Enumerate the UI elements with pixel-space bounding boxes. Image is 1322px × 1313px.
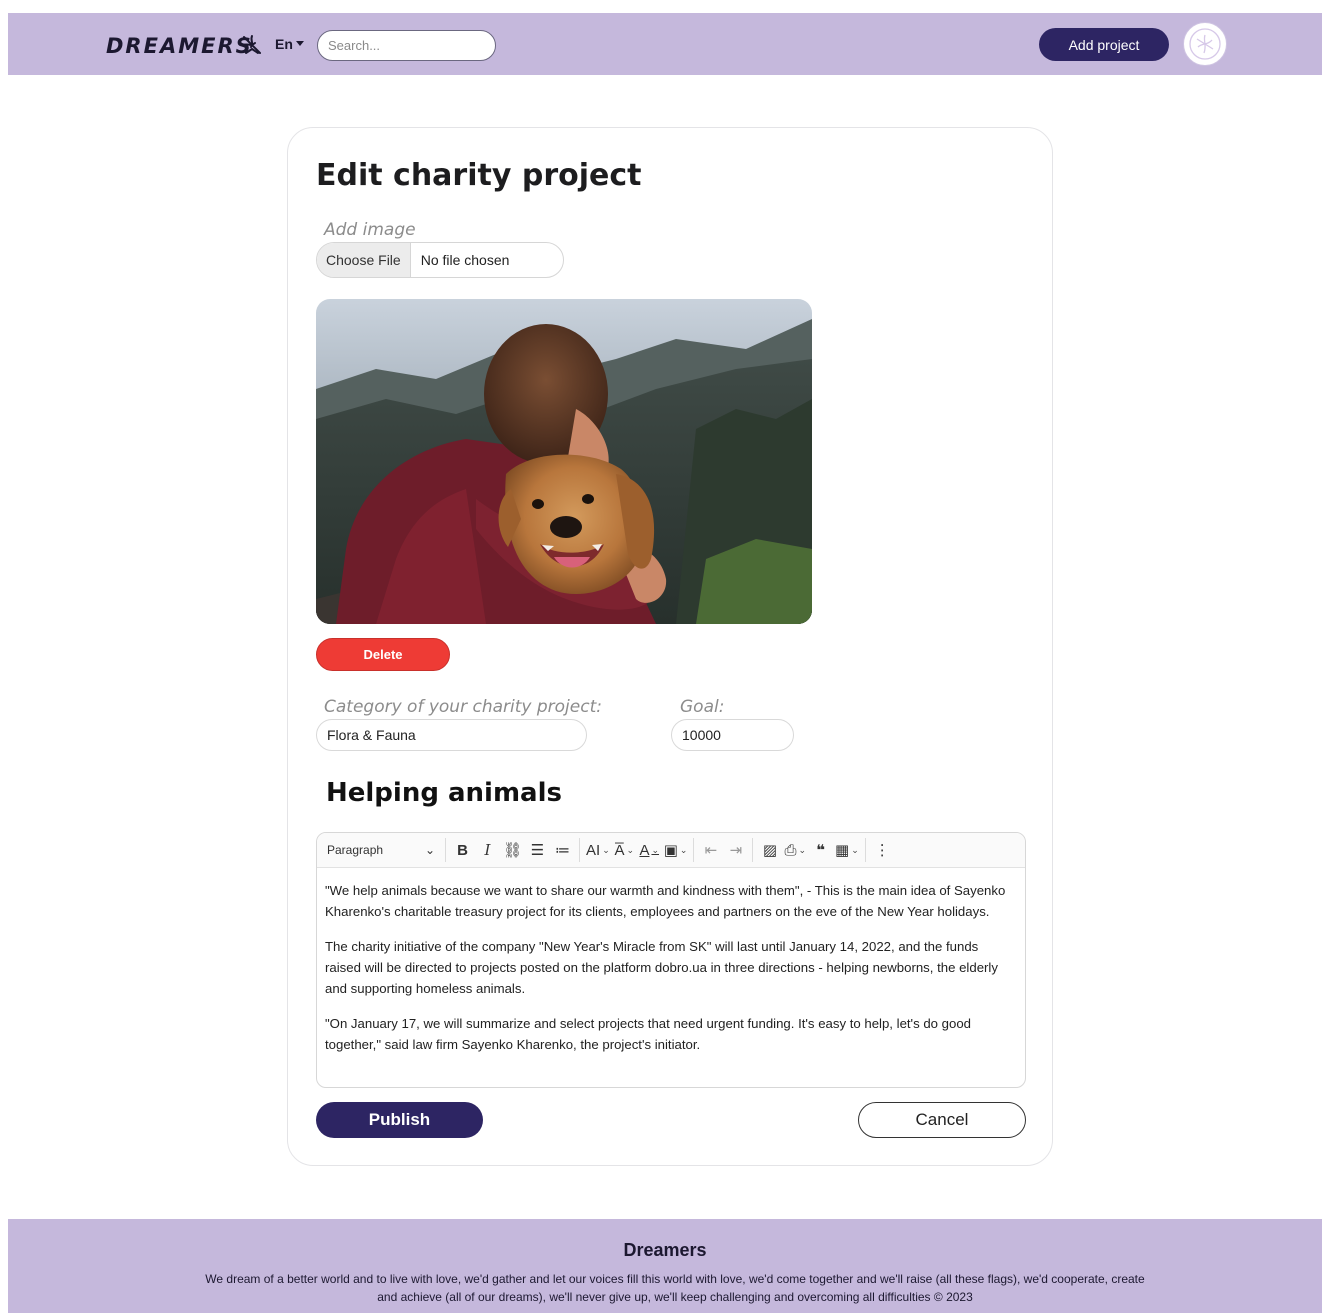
editor-paragraph: "We help animals because we want to shar…	[325, 883, 1006, 919]
editor-paragraph: "On January 17, we will summarize and se…	[325, 1016, 972, 1052]
outdent-icon[interactable]: ⇤	[698, 837, 723, 864]
language-selector[interactable]: En	[275, 36, 304, 52]
logo[interactable]: DREAMERS	[106, 34, 253, 58]
more-options-icon[interactable]: ⋮	[870, 837, 895, 864]
choose-file-button[interactable]: Choose File	[317, 243, 411, 277]
numbered-list-icon[interactable]: ≔	[550, 837, 575, 864]
category-label: Category of your charity project:	[324, 697, 602, 717]
add-image-label: Add image	[324, 220, 416, 240]
font-family-icon[interactable]: A̅ ⌄	[612, 837, 637, 864]
top-navbar: DREAMERS En Add project	[8, 13, 1322, 75]
project-title[interactable]: Helping animals	[326, 778, 562, 808]
footer-text: We dream of a better world and to live w…	[205, 1272, 1145, 1304]
dreamer-logo-icon	[242, 35, 261, 54]
paragraph-style-select[interactable]: Paragraph ⌄	[321, 837, 441, 864]
toolbar-divider	[864, 838, 866, 862]
blockquote-icon[interactable]: ❝	[808, 837, 833, 864]
italic-icon[interactable]: I	[475, 837, 500, 864]
delete-image-button[interactable]: Delete	[316, 638, 450, 671]
editor-paragraph: The charity initiative of the company "N…	[325, 939, 998, 996]
edit-project-card: Edit charity project Add image Choose Fi…	[287, 127, 1053, 1166]
link-icon[interactable]: ⛓	[500, 837, 525, 864]
add-project-button[interactable]: Add project	[1039, 28, 1169, 61]
file-status: No file chosen	[420, 252, 510, 268]
bulleted-list-icon[interactable]: ☰	[525, 837, 550, 864]
page-title: Edit charity project	[316, 158, 642, 193]
rich-text-editor[interactable]: Paragraph ⌄ B I ⛓ ☰ ≔ AI ⌄ A̅ ⌄ A ⌄ ▣ ⌄ ⇤ ⇥ …	[316, 832, 1026, 1088]
footer-title: Dreamers	[623, 1240, 707, 1260]
man-hugging-dog-photo	[316, 299, 812, 624]
toolbar-divider	[579, 838, 580, 862]
language-label: En	[275, 36, 293, 52]
project-image	[316, 299, 812, 624]
search-input[interactable]	[317, 30, 496, 61]
chevron-down-icon: ⌄	[424, 843, 435, 857]
footer: Dreamers We dream of a better world and …	[8, 1219, 1322, 1313]
toolbar-divider	[752, 838, 754, 862]
bold-icon[interactable]: B	[450, 837, 475, 864]
category-input[interactable]	[316, 719, 587, 751]
toolbar-divider	[693, 838, 695, 862]
insert-media-icon[interactable]: ⎙ ⌄	[782, 837, 808, 864]
paragraph-style-label: Paragraph	[327, 843, 384, 857]
highlight-icon[interactable]: ▣ ⌄	[662, 837, 690, 864]
caret-down-icon	[295, 40, 304, 46]
font-color-icon[interactable]: A ⌄	[637, 837, 662, 864]
insert-table-icon[interactable]: ▦ ⌄	[833, 837, 861, 864]
toolbar-divider	[445, 838, 446, 862]
goal-label: Goal:	[680, 697, 725, 717]
editor-content[interactable]: "We help animals because we want to shar…	[317, 868, 1025, 1055]
insert-image-icon[interactable]: ▨	[757, 837, 782, 864]
publish-button[interactable]: Publish	[316, 1102, 483, 1138]
editor-toolbar: Paragraph ⌄ B I ⛓ ☰ ≔ AI ⌄ A̅ ⌄ A ⌄ ▣ ⌄ ⇤ ⇥ …	[317, 833, 1025, 868]
indent-icon[interactable]: ⇥	[723, 837, 748, 864]
font-size-icon[interactable]: AI ⌄	[584, 837, 612, 864]
file-input[interactable]: Choose File No file chosen	[316, 242, 564, 278]
avatar-logo-icon	[1189, 28, 1221, 60]
avatar[interactable]	[1183, 22, 1227, 66]
cancel-button[interactable]: Cancel	[858, 1102, 1026, 1138]
goal-input[interactable]	[671, 719, 794, 751]
